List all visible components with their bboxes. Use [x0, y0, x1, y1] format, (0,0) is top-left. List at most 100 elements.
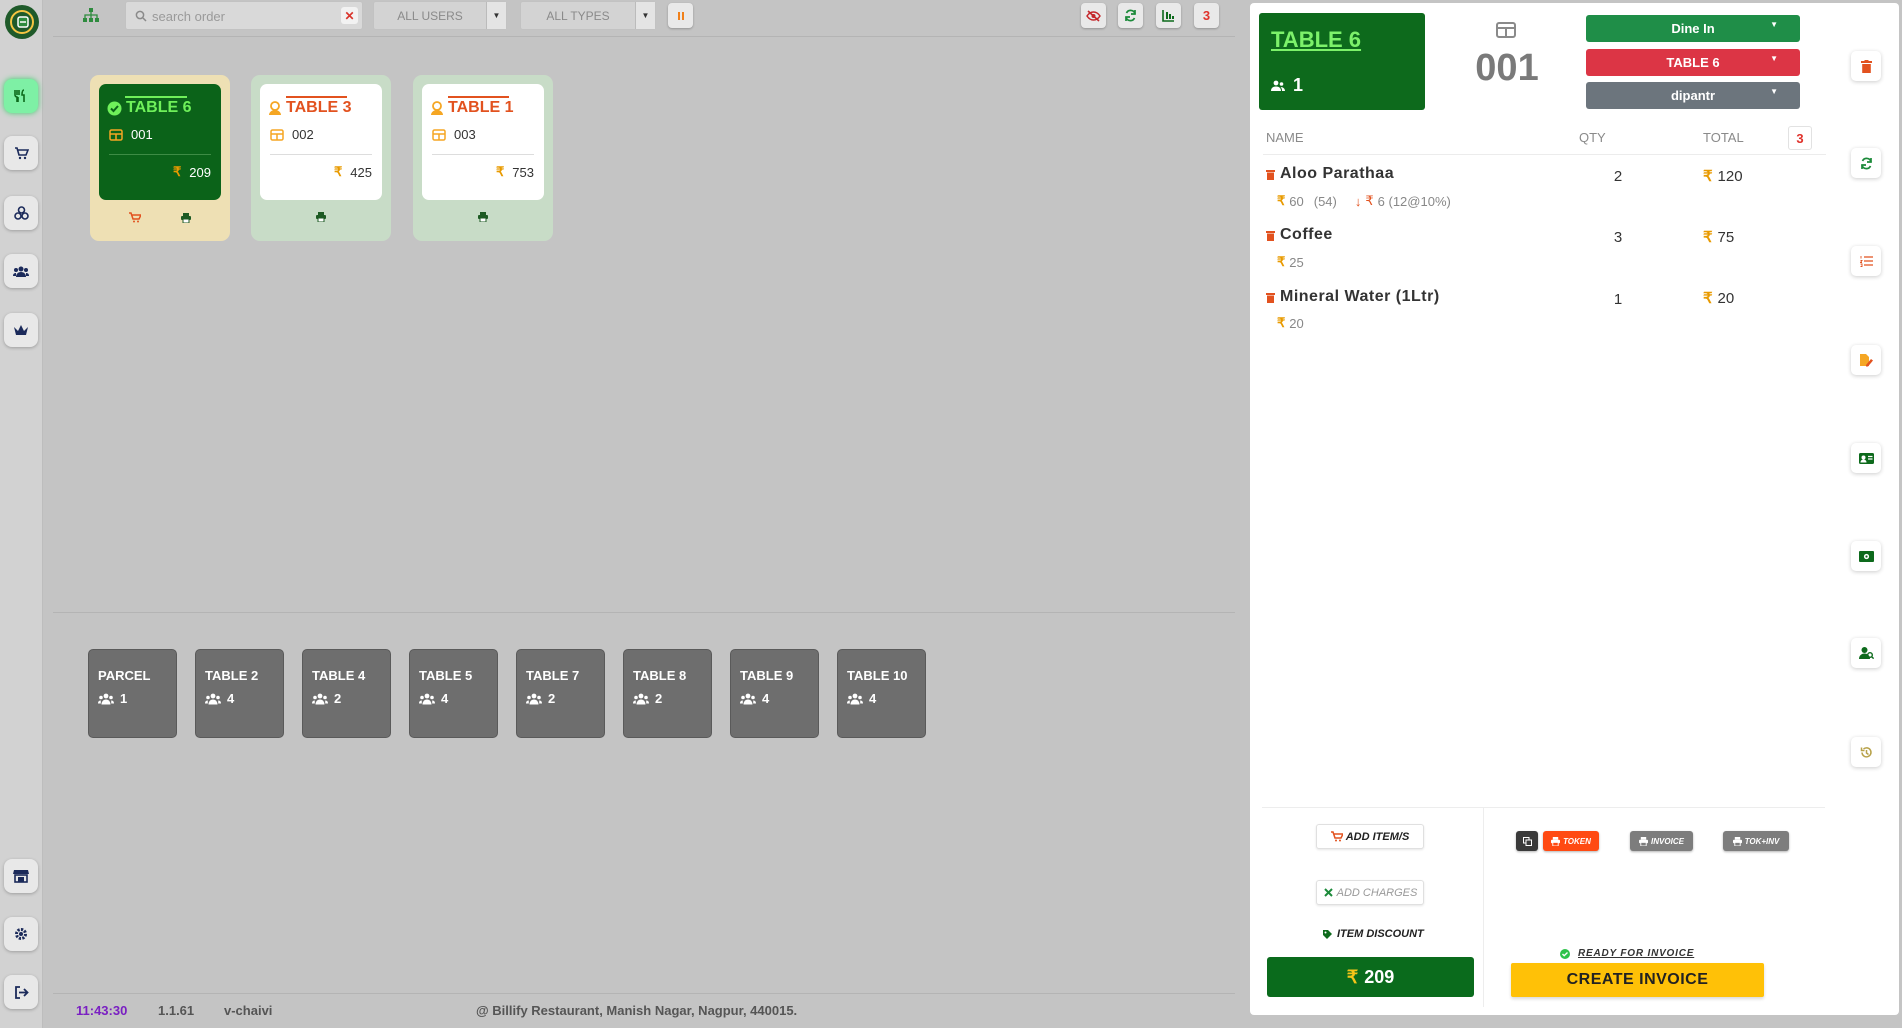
rupee-icon: ₹	[1277, 193, 1286, 208]
refresh-order-button[interactable]	[1851, 148, 1881, 178]
order-item-total: ₹20	[1703, 289, 1735, 308]
copy-icon[interactable]	[1516, 831, 1538, 851]
order-card-table-name: TABLE 6	[126, 99, 192, 116]
rupee-icon: ₹	[1277, 254, 1286, 269]
order-item-name: Aloo Parathaa	[1266, 165, 1394, 183]
table-tile-table-10[interactable]: TABLE 10 4	[837, 649, 926, 738]
print-icon	[1551, 836, 1561, 846]
trash-icon[interactable]	[1266, 292, 1275, 303]
table-tile-people: 4	[762, 691, 770, 706]
order-type-label: Dine In	[1671, 21, 1715, 36]
order-item-qty[interactable]: 2	[1608, 168, 1628, 185]
order-type-select[interactable]: Dine In ▼	[1586, 15, 1800, 42]
cart-icon[interactable]	[129, 212, 142, 223]
rupee-icon: ₹	[1277, 315, 1286, 330]
types-filter-select[interactable]: ALL TYPES ▼	[520, 1, 656, 30]
print-icon[interactable]	[316, 212, 326, 222]
waiter-select-label: dipantr	[1670, 88, 1716, 103]
pause-button[interactable]	[668, 3, 693, 28]
table-tile-table-2[interactable]: TABLE 2 4	[195, 649, 284, 738]
customer-search-button[interactable]	[1851, 638, 1881, 668]
sitemap-icon[interactable]	[83, 8, 99, 22]
rupee-icon: ₹	[1703, 168, 1713, 185]
table-icon	[432, 128, 446, 141]
column-header-total: TOTAL	[1703, 130, 1744, 145]
search-input[interactable]	[152, 7, 342, 25]
table-tile-parcel[interactable]: PARCEL 1	[88, 649, 177, 738]
add-charges-button[interactable]: ADD CHARGES	[1316, 880, 1424, 905]
panel-order-number: 001	[1475, 47, 1539, 89]
table-tile-table-7[interactable]: TABLE 7 2	[516, 649, 605, 738]
print-token-button[interactable]: TOKEN	[1543, 831, 1599, 851]
order-item-total-value: 120	[1717, 167, 1743, 185]
ready-for-invoice-label: READY FOR INVOICE	[1578, 948, 1695, 959]
logout-icon[interactable]	[4, 975, 38, 1009]
order-card-amount: 209	[189, 164, 211, 180]
order-list-button[interactable]	[1851, 246, 1881, 276]
order-count-badge[interactable]: 3	[1194, 3, 1219, 28]
print-invoice-button[interactable]: INVOICE	[1630, 831, 1693, 851]
order-card-table-1[interactable]: TABLE 1 003 ₹753	[413, 75, 553, 241]
search-box: ✕	[125, 1, 363, 30]
users-icon	[312, 693, 328, 704]
file-edit-icon	[1860, 353, 1873, 366]
add-items-label: ADD ITEM/S	[1345, 830, 1410, 843]
logged-user: v-chaivi	[224, 1003, 273, 1018]
table-tile-table-9[interactable]: TABLE 9 4	[730, 649, 819, 738]
table-select[interactable]: TABLE 6 ▼	[1586, 49, 1800, 76]
store-icon[interactable]	[4, 859, 38, 893]
table-tile-people: 4	[869, 691, 877, 706]
tag-icon	[1323, 929, 1332, 939]
restaurant-logo[interactable]	[5, 5, 39, 39]
column-header-qty: QTY	[1579, 130, 1606, 145]
order-item-total-value: 20	[1717, 289, 1735, 307]
types-filter-label: ALL TYPES	[546, 8, 610, 23]
order-item-qty[interactable]: 3	[1608, 229, 1628, 246]
table-tile-name: TABLE 7	[526, 668, 580, 683]
check-circle-icon	[107, 101, 122, 115]
gear-icon[interactable]	[4, 917, 38, 951]
add-items-button[interactable]: ADD ITEM/S	[1316, 824, 1424, 849]
panel-table-name: TABLE 6	[1271, 27, 1362, 52]
order-card-table-6[interactable]: TABLE 6 001 ₹209	[90, 75, 230, 241]
table-icon	[1496, 22, 1516, 38]
table-tile-table-5[interactable]: TABLE 5 4	[409, 649, 498, 738]
table-icon	[109, 128, 123, 141]
payment-button[interactable]	[1851, 541, 1881, 571]
cash-icon	[1858, 550, 1874, 562]
chart-icon[interactable]	[1156, 3, 1181, 28]
delete-order-button[interactable]	[1851, 51, 1881, 81]
utensils-icon[interactable]	[4, 79, 38, 113]
order-item-total-value: 75	[1717, 228, 1735, 246]
table-tile-table-4[interactable]: TABLE 4 2	[302, 649, 391, 738]
restaurant-address: @ Billify Restaurant, Manish Nagar, Nagp…	[476, 1003, 798, 1018]
order-item-qty[interactable]: 1	[1608, 291, 1628, 308]
crown-icon[interactable]	[4, 313, 38, 347]
item-discount-link[interactable]: ITEM DISCOUNT	[1322, 928, 1424, 940]
customer-card-button[interactable]	[1851, 443, 1881, 473]
item-count-badge[interactable]: 3	[1788, 126, 1812, 150]
users-icon	[847, 693, 863, 704]
clear-search-button[interactable]: ✕	[341, 7, 358, 24]
order-card-amount: 753	[512, 164, 534, 180]
print-token-invoice-button[interactable]: TOK+INV	[1723, 831, 1789, 851]
print-icon[interactable]	[180, 212, 191, 223]
table-tile-table-8[interactable]: TABLE 8 2	[623, 649, 712, 738]
refresh-icon[interactable]	[1118, 3, 1143, 28]
users-icon[interactable]	[4, 254, 38, 288]
table-icon	[270, 128, 284, 141]
trash-icon[interactable]	[1266, 169, 1275, 180]
coins-icon[interactable]	[4, 196, 38, 230]
history-button[interactable]	[1851, 737, 1881, 767]
users-filter-select[interactable]: ALL USERS ▼	[373, 1, 507, 30]
cart-icon[interactable]	[4, 136, 38, 170]
order-card-table-name: TABLE 1	[448, 99, 514, 116]
order-card-table-3[interactable]: TABLE 3 002 ₹425	[251, 75, 391, 241]
hide-icon[interactable]	[1081, 3, 1106, 28]
trash-icon[interactable]	[1266, 230, 1275, 241]
edit-notes-button[interactable]	[1851, 345, 1881, 375]
print-icon[interactable]	[478, 212, 488, 222]
chevron-down-icon: ▼	[486, 2, 506, 29]
waiter-select[interactable]: dipantr ▼	[1586, 82, 1800, 109]
create-invoice-button[interactable]: CREATE INVOICE	[1511, 963, 1764, 997]
